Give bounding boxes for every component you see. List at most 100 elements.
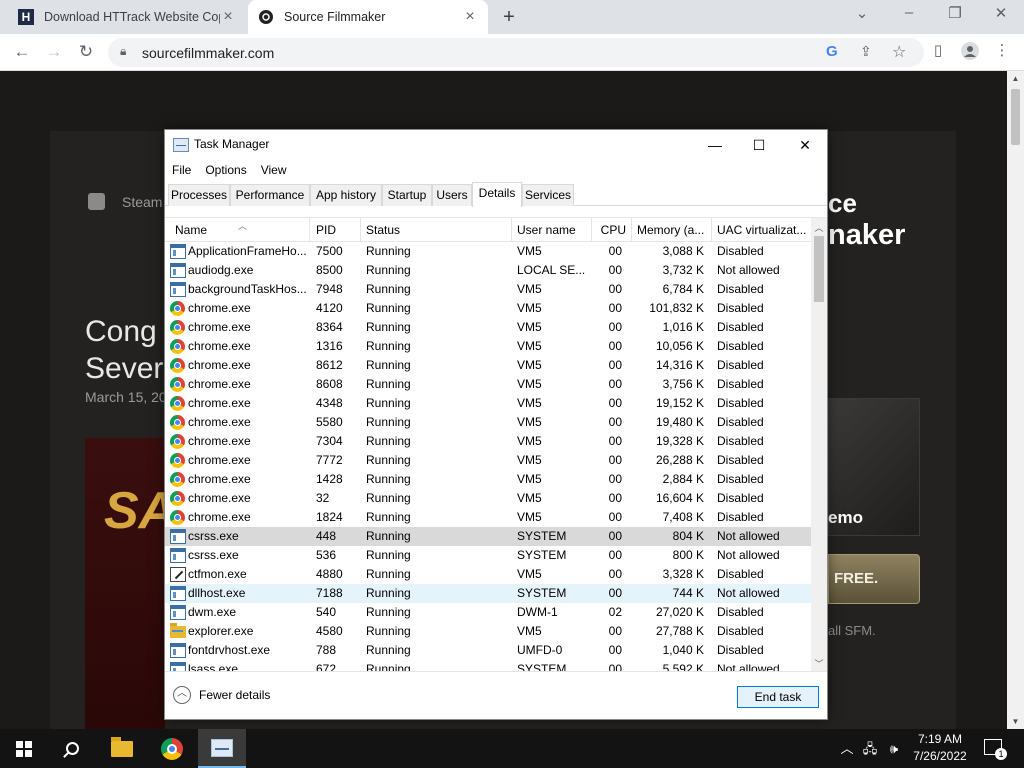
cell-pid: 8612: [316, 358, 343, 372]
search-button[interactable]: [48, 729, 96, 768]
column-header-memory[interactable]: Memory (a...: [632, 218, 712, 242]
table-row[interactable]: csrss.exe 536 Running SYSTEM 00 800 K Not allo…: [165, 546, 811, 565]
tab-processes[interactable]: Processes: [168, 184, 230, 206]
table-row[interactable]: chrome.exe 1824 Running VM5 00 7,408 K Disable…: [165, 508, 811, 527]
network-icon[interactable]: 🖧︎: [860, 729, 880, 768]
table-row[interactable]: dwm.exe 540 Running DWM-1 02 27,020 K Disabled: [165, 603, 811, 622]
scroll-up-icon[interactable]: ︿: [811, 221, 827, 234]
forward-button[interactable]: →: [42, 40, 66, 64]
tab-performance[interactable]: Performance: [230, 184, 310, 206]
scroll-thumb[interactable]: [1011, 89, 1020, 145]
table-row[interactable]: chrome.exe 7772 Running VM5 00 26,288 K Disabl…: [165, 451, 811, 470]
lock-icon[interactable]: 🔒︎: [120, 44, 126, 59]
side-panel-icon[interactable]: ▯: [926, 41, 950, 59]
cell-mem: 26,288 K: [655, 453, 704, 467]
table-row[interactable]: chrome.exe 4348 Running VM5 00 19,152 K Disabl…: [165, 394, 811, 413]
table-row[interactable]: chrome.exe 32 Running VM5 00 16,604 K Disabled: [165, 489, 811, 508]
table-row[interactable]: chrome.exe 8608 Running VM5 00 3,756 K Disable…: [165, 375, 811, 394]
browser-tab-source-filmmaker[interactable]: Source Filmmaker ×: [248, 0, 488, 34]
tab-startup[interactable]: Startup: [382, 184, 432, 206]
process-name: lsass.exe: [188, 662, 239, 671]
close-window-button[interactable]: ✕: [986, 4, 1016, 22]
notification-center-icon[interactable]: 1: [984, 739, 1007, 760]
scroll-down-icon[interactable]: ﹀: [811, 657, 827, 670]
table-row[interactable]: fontdrvhost.exe 788 Running UMFD-0 00 1,040 K…: [165, 641, 811, 660]
demo-label[interactable]: emo: [828, 508, 863, 528]
start-button[interactable]: [0, 729, 48, 768]
table-row[interactable]: csrss.exe 448 Running SYSTEM 00 804 K Not allo…: [165, 527, 811, 546]
end-task-button[interactable]: End task: [737, 686, 819, 708]
table-row[interactable]: chrome.exe 8364 Running VM5 00 1,016 K Disable…: [165, 318, 811, 337]
steam-link[interactable]: Steam: [122, 194, 162, 210]
fewer-details-button[interactable]: ︿ Fewer details: [173, 686, 270, 704]
tab-search-chevron-icon[interactable]: ⌄: [847, 4, 877, 22]
cell-uac: Disabled: [717, 624, 764, 638]
column-header-user-name[interactable]: User name: [512, 218, 592, 242]
chrome-taskbar-button[interactable]: [148, 729, 196, 768]
google-lens-icon[interactable]: G: [826, 43, 838, 60]
table-row[interactable]: dllhost.exe 7188 Running SYSTEM 00 744 K Not a…: [165, 584, 811, 603]
column-header-pid[interactable]: PID: [311, 218, 361, 242]
table-row[interactable]: ApplicationFrameHo... 7500 Running VM5 00 3,0…: [165, 242, 811, 261]
minimize-window-button[interactable]: –: [894, 4, 924, 21]
table-row[interactable]: chrome.exe 1428 Running VM5 00 2,884 K Disable…: [165, 470, 811, 489]
cell-cpu: 00: [608, 377, 622, 391]
cell-uac: Disabled: [717, 510, 764, 524]
pen-icon: [170, 567, 186, 582]
cell-pid: 540: [316, 605, 337, 619]
close-tab-icon[interactable]: ×: [220, 8, 236, 26]
table-row[interactable]: chrome.exe 1316 Running VM5 00 10,056 K Disabl…: [165, 337, 811, 356]
cell-pid: 7948: [316, 282, 343, 296]
system-clock[interactable]: 7:19 AM 7/26/2022: [908, 731, 972, 765]
cell-status: Running: [366, 396, 411, 410]
reload-button[interactable]: ↻: [74, 40, 98, 64]
maximize-button[interactable]: ☐: [739, 134, 779, 156]
table-row[interactable]: backgroundTaskHos... 7948 Running VM5 00 6,78…: [165, 280, 811, 299]
task-manager-titlebar[interactable]: Task Manager — ☐ ✕: [165, 130, 827, 160]
scroll-thumb[interactable]: [814, 236, 824, 302]
table-row[interactable]: chrome.exe 4120 Running VM5 00 101,832 K Disab…: [165, 299, 811, 318]
column-header-status[interactable]: Status: [361, 218, 512, 242]
table-row[interactable]: explorer.exe 4580 Running VM5 00 27,788 K Disa…: [165, 622, 811, 641]
column-header-cpu[interactable]: CPU: [592, 218, 632, 242]
table-row[interactable]: lsass.exe 672 Running SYSTEM 00 5,592 K Not al…: [165, 660, 811, 671]
restore-window-button[interactable]: ❐: [940, 4, 970, 22]
menu-view[interactable]: View: [254, 160, 294, 180]
close-tab-icon[interactable]: ×: [462, 8, 478, 26]
page-scrollbar[interactable]: ▲ ▼: [1007, 71, 1024, 729]
menu-options[interactable]: Options: [198, 160, 253, 180]
browser-tab-httrack[interactable]: H Download HTTrack Website Copi ×: [8, 0, 246, 34]
file-explorer-button[interactable]: [98, 729, 146, 768]
table-row[interactable]: audiodg.exe 8500 Running LOCAL SE... 00 3,732…: [165, 261, 811, 280]
profile-avatar-icon[interactable]: [958, 41, 982, 65]
tab-services[interactable]: Services: [522, 184, 574, 206]
share-icon[interactable]: ⇪: [860, 43, 872, 60]
table-row[interactable]: chrome.exe 7304 Running VM5 00 19,328 K Disabl…: [165, 432, 811, 451]
back-button[interactable]: ←: [10, 40, 34, 64]
table-scrollbar[interactable]: ︿ ﹀: [811, 218, 827, 671]
rss-icon[interactable]: [88, 193, 105, 210]
new-tab-button[interactable]: +: [498, 6, 520, 29]
menu-kebab-icon[interactable]: ⋮: [990, 41, 1014, 59]
table-row[interactable]: ctfmon.exe 4880 Running VM5 00 3,328 K Disable…: [165, 565, 811, 584]
minimize-button[interactable]: —: [695, 134, 735, 156]
table-row[interactable]: chrome.exe 5580 Running VM5 00 19,480 K Disabl…: [165, 413, 811, 432]
table-row[interactable]: chrome.exe 8612 Running VM5 00 14,316 K Disabl…: [165, 356, 811, 375]
task-manager-taskbar-button[interactable]: [198, 729, 246, 768]
scroll-up-icon[interactable]: ▲: [1007, 74, 1024, 83]
column-header-uac-virtualization[interactable]: UAC virtualizat...: [712, 218, 811, 242]
column-header-name[interactable]: ︿ Name: [170, 218, 310, 242]
tab-details[interactable]: Details: [472, 182, 522, 207]
cell-cpu: 00: [608, 244, 622, 258]
free-download-button[interactable]: FREE.: [828, 554, 920, 604]
bookmark-star-icon[interactable]: ☆: [892, 42, 906, 62]
address-bar[interactable]: 🔒︎ sourcefilmmaker.com G ⇪ ☆: [108, 38, 924, 67]
show-hidden-icons-chevron[interactable]: ︿: [838, 729, 856, 768]
close-button[interactable]: ✕: [785, 134, 825, 156]
volume-icon[interactable]: 🕪︎: [884, 729, 904, 768]
tab-app-history[interactable]: App history: [310, 184, 382, 206]
tab-users[interactable]: Users: [432, 184, 472, 206]
scroll-down-icon[interactable]: ▼: [1007, 717, 1024, 726]
url-text[interactable]: sourcefilmmaker.com: [142, 45, 274, 61]
menu-file[interactable]: File: [165, 160, 198, 180]
